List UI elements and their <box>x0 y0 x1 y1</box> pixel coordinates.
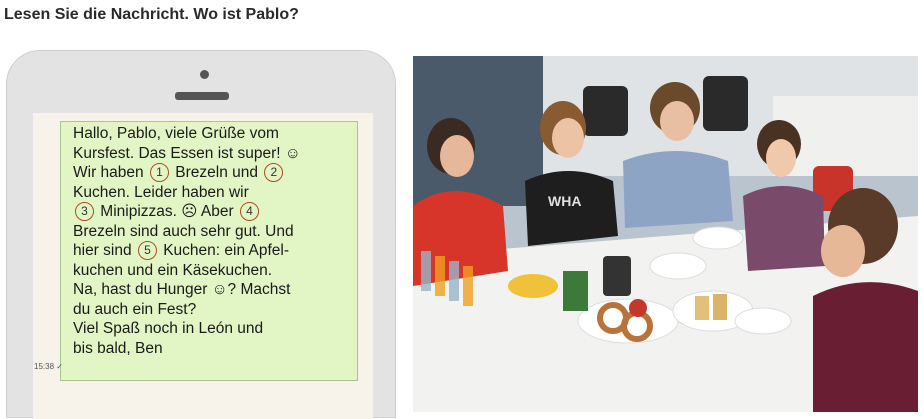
message-text: du auch ein Fest? <box>73 300 197 318</box>
message-line: hier sind 5 Kuchen: ein Apfel- <box>73 241 351 261</box>
message-text: Wir haben <box>73 164 148 181</box>
blank-number-circle: 3 <box>75 202 94 222</box>
shirt-text: WHA <box>548 193 581 209</box>
message-line: Kuchen. Leider haben wir <box>73 183 351 203</box>
party-photo-illustration: WHA <box>413 56 918 412</box>
party-photo: WHA <box>413 56 918 412</box>
message-line: bis bald, Ben <box>73 339 351 359</box>
message-text: Kuchen: ein Apfel- <box>158 242 290 259</box>
message-text: kuchen und ein Käsekuchen. <box>73 261 273 279</box>
phone-speaker <box>175 92 229 100</box>
page-title: Lesen Sie die Nachricht. Wo ist Pablo? <box>4 6 299 23</box>
message-line: du auch ein Fest? <box>73 300 351 320</box>
message-line: Wir haben 1 Brezeln und 2 <box>73 163 351 183</box>
blank-number-circle: 5 <box>137 241 157 261</box>
message-text: bis bald, Ben <box>73 339 163 357</box>
message-line: Na, hast du Hunger ☺? Machst <box>73 280 351 300</box>
message-line: 3 Minipizzas. ☹ Aber 4 <box>73 202 351 222</box>
blank-number-circle: 4 <box>239 202 259 222</box>
message-bubble: Hallo, Pablo, viele Grüße vom Kursfest. D… <box>60 121 358 381</box>
message-line: Kursfest. Das Essen ist super! ☺ <box>73 144 351 164</box>
message-line: kuchen und ein Käsekuchen. <box>73 261 351 281</box>
message-line: Brezeln sind auch sehr gut. Und <box>73 222 351 242</box>
message-text: Na, hast du Hunger ☺? Machst <box>73 281 291 298</box>
message-text: Viel Spaß noch in León und <box>73 320 264 337</box>
message-line: Hallo, Pablo, viele Grüße vom <box>73 124 351 144</box>
blank-number-circle: 2 <box>264 163 284 183</box>
message-timestamp: 15:38 ✓ <box>34 362 63 371</box>
message-text: Minipizzas. ☹ Aber <box>96 203 238 220</box>
message-text: Kuchen. Leider haben wir <box>73 183 249 201</box>
message-text: Brezeln und <box>170 164 263 181</box>
message-text: hier sind <box>73 242 136 259</box>
camera-dot <box>200 70 209 79</box>
message-text: Hallo, Pablo, viele Grüße vom <box>73 125 279 142</box>
blank-number-circle: 1 <box>149 163 169 183</box>
message-line: Viel Spaß noch in León und <box>73 319 351 339</box>
message-text: Kursfest. Das Essen ist super! ☺ <box>73 144 301 162</box>
message-text: Brezeln sind auch sehr gut. Und <box>73 222 294 240</box>
